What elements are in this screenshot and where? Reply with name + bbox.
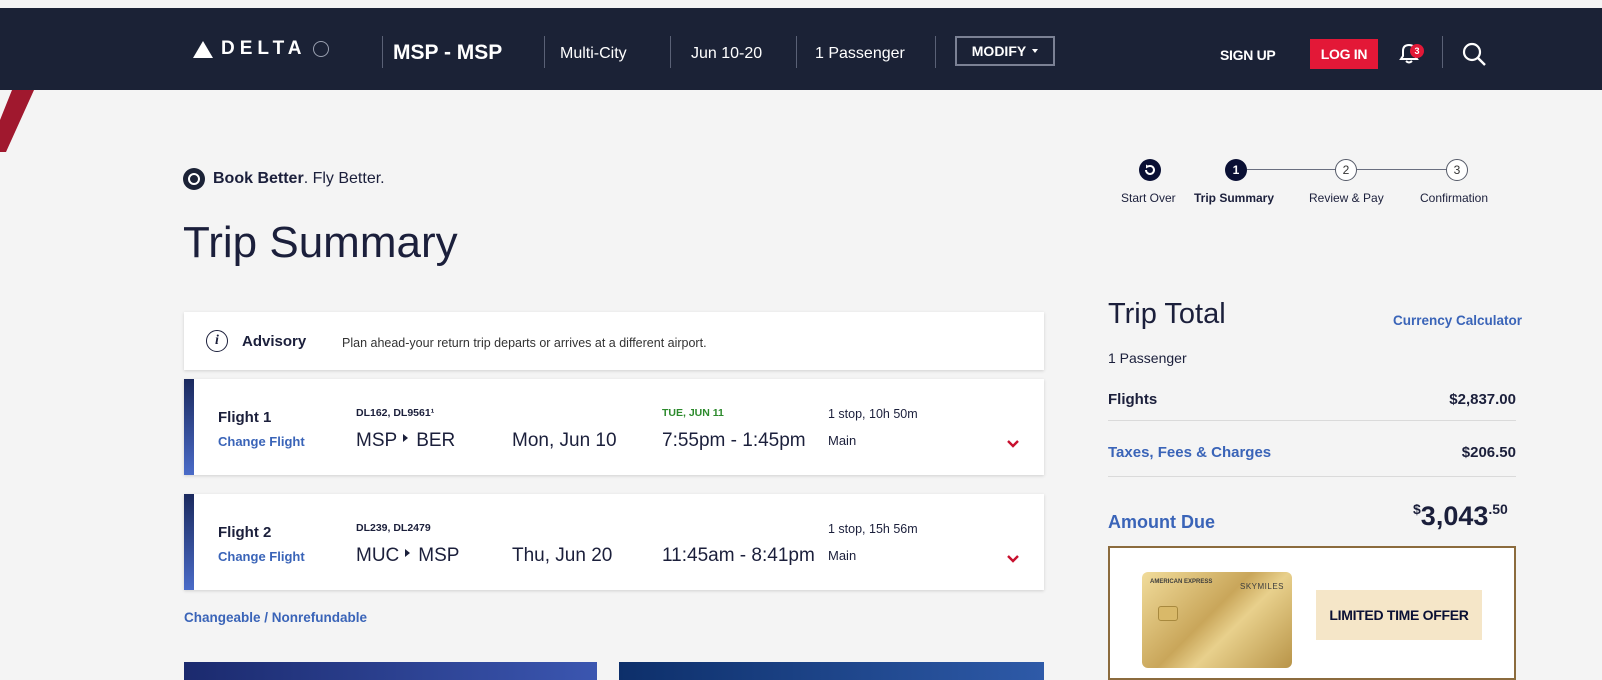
advisory-banner: i Advisory Plan ahead-your return trip d… [184, 312, 1044, 370]
decorative-red-slash [0, 90, 34, 152]
flights-cost-amount: $2,837.00 [1449, 391, 1516, 408]
delta-widget-icon [193, 40, 213, 58]
credit-card-image: AMERICAN EXPRESS SKYMILES [1142, 572, 1292, 668]
step-start-over[interactable]: Start Over [1121, 191, 1176, 205]
limited-time-offer-tag: LIMITED TIME OFFER [1316, 590, 1482, 640]
flight-cabin: Main [828, 548, 857, 563]
notification-badge: 3 [1410, 44, 1424, 58]
credit-card-offer[interactable]: AMERICAN EXPRESS SKYMILES LIMITED TIME O… [1108, 546, 1516, 680]
flight-destination: MSP [418, 545, 460, 566]
step-confirmation: Confirmation [1420, 191, 1489, 205]
taxes-fees-link[interactable]: Taxes, Fees & Charges [1108, 444, 1271, 461]
flight-times: 7:55pm - 1:45pm [662, 430, 806, 451]
step-2-indicator: 2 [1335, 159, 1357, 181]
chevron-down-icon [1032, 49, 1039, 53]
fare-rules-link[interactable]: Changeable / Nonrefundable [184, 610, 367, 625]
flight-times: 11:45am - 8:41pm [662, 545, 815, 566]
header-divider [382, 36, 383, 68]
flight-route: MUC MSP [356, 545, 459, 567]
header-divider [544, 36, 545, 68]
modify-label: MODIFY [971, 43, 1027, 59]
card-chip [1158, 606, 1178, 621]
header-divider [1442, 36, 1443, 68]
header-divider [796, 36, 797, 68]
divider [1108, 420, 1516, 421]
flight-stops: 1 stop, 10h 50m [828, 407, 918, 421]
card-brand-text: AMERICAN EXPRESS [1150, 579, 1213, 585]
advisory-text: Plan ahead-your return trip departs or a… [342, 336, 707, 350]
flights-cost-row: Flights $2,837.00 [1108, 391, 1516, 408]
trip-total-passengers: 1 Passenger [1108, 350, 1187, 366]
flights-cost-label: Flights [1108, 391, 1158, 408]
amount-due-label: Amount Due [1108, 512, 1215, 532]
flight-name: Flight 1 [218, 409, 272, 426]
flight-route: MSP BER [356, 430, 455, 452]
header-trip-type: Multi-City [560, 45, 627, 62]
promo-banner[interactable] [184, 662, 597, 680]
delta-logo[interactable]: DELTA [193, 38, 329, 60]
flight-cabin: Main [828, 433, 857, 448]
arrival-date-note: TUE, JUN 11 [662, 407, 724, 419]
divider [1108, 476, 1516, 477]
book-better-tagline: Book Better. Fly Better. [183, 168, 385, 190]
flight-card[interactable]: Flight 2 Change Flight DL239, DL2479 MUC… [184, 494, 1044, 590]
currency-calculator-link[interactable]: Currency Calculator [1393, 313, 1522, 328]
flight-card-accent [184, 379, 194, 475]
amount-due-whole: 3,043 [1420, 501, 1489, 531]
promo-banner[interactable] [619, 662, 1044, 680]
info-icon: i [206, 330, 228, 352]
sign-up-link[interactable]: SIGN UP [1220, 47, 1276, 63]
start-over-icon[interactable] [1139, 159, 1161, 181]
header-passengers: 1 Passenger [815, 45, 905, 62]
flight-numbers: DL162, DL9561¹ [356, 407, 435, 419]
step-3-indicator: 3 [1446, 159, 1468, 181]
flight-stops: 1 stop, 15h 56m [828, 522, 918, 536]
page-title: Trip Summary [183, 218, 458, 267]
step-trip-summary: Trip Summary [1194, 191, 1275, 205]
flight-origin: MUC [356, 545, 400, 566]
card-program-text: SKYMILES [1239, 582, 1284, 591]
flight-destination: BER [416, 430, 456, 451]
header-divider [935, 36, 936, 68]
amount-due-symbol: $ [1413, 501, 1421, 517]
chevron-down-icon[interactable] [1006, 554, 1020, 564]
amount-due-cents: .50 [1488, 501, 1508, 517]
seal-icon [312, 41, 329, 57]
arrow-right-icon [403, 434, 409, 442]
flight-card-accent [184, 494, 194, 590]
tagline-text: Book Better. Fly Better. [213, 170, 385, 188]
arrow-right-icon [405, 549, 411, 557]
flight-numbers: DL239, DL2479 [356, 522, 431, 534]
header-route: MSP - MSP [393, 41, 503, 64]
change-flight-link[interactable]: Change Flight [218, 549, 305, 564]
log-in-button[interactable]: LOG IN [1310, 39, 1378, 69]
refresh-icon [1145, 164, 1155, 175]
flight-card[interactable]: Flight 1 Change Flight DL162, DL9561¹ MS… [184, 379, 1044, 475]
step-review-pay: Review & Pay [1309, 191, 1384, 205]
flight-date: Mon, Jun 10 [512, 430, 617, 451]
step-1-indicator: 1 [1225, 159, 1247, 181]
trip-total-title: Trip Total [1108, 298, 1226, 330]
badge-check-icon [183, 168, 205, 190]
header-dates: Jun 10-20 [691, 45, 763, 62]
flight-date: Thu, Jun 20 [512, 545, 613, 566]
flight-origin: MSP [356, 430, 398, 451]
advisory-title: Advisory [242, 333, 307, 350]
tagline-bold: Book Better [213, 170, 304, 187]
top-navigation-bar: DELTA MSP - MSP Multi-City Jun 10-20 1 P… [0, 8, 1602, 90]
amount-due-value: $3,043.50 [1413, 501, 1508, 532]
flight-name: Flight 2 [218, 524, 272, 541]
change-flight-link[interactable]: Change Flight [218, 434, 305, 449]
chevron-down-icon[interactable] [1006, 439, 1020, 449]
search-icon[interactable] [1460, 40, 1488, 68]
modify-button[interactable]: MODIFY [955, 36, 1055, 66]
logo-text: DELTA [221, 38, 307, 59]
taxes-amount: $206.50 [1461, 444, 1516, 461]
tagline-rest: . Fly Better. [303, 170, 385, 187]
header-divider [670, 36, 671, 68]
taxes-row: Taxes, Fees & Charges $206.50 [1108, 444, 1516, 461]
